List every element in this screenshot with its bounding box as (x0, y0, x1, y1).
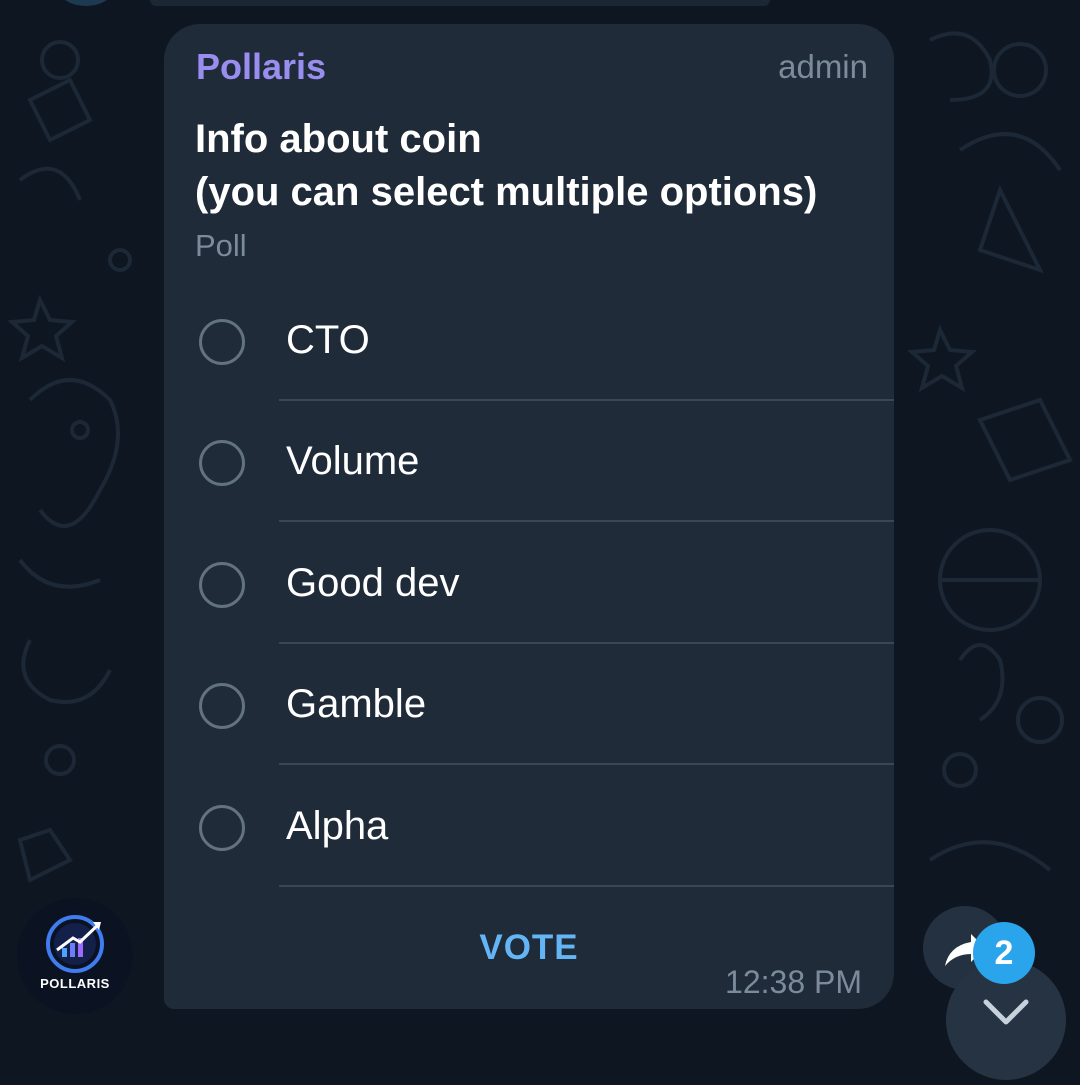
poll-option-label: Volume (286, 439, 420, 483)
poll-question-line2: (you can select multiple options) (195, 170, 818, 214)
avatar[interactable]: POLLARIS (17, 898, 133, 1014)
poll-option-label: Alpha (286, 804, 389, 848)
poll-option[interactable]: Good dev (164, 523, 894, 644)
pollaris-logo-icon (46, 915, 104, 973)
option-divider (279, 885, 894, 887)
sender-name[interactable]: Pollaris (196, 46, 326, 88)
poll-option-label: Gamble (286, 682, 427, 726)
poll-option-label: Good dev (286, 561, 460, 605)
avatar-label: POLLARIS (40, 976, 110, 991)
poll-type-label: Poll (195, 228, 247, 263)
option-divider (279, 763, 894, 765)
poll-option[interactable]: Volume (164, 401, 894, 522)
radio-unchecked-icon[interactable] (199, 440, 245, 486)
poll-option[interactable]: Gamble (164, 644, 894, 765)
radio-unchecked-icon[interactable] (199, 805, 245, 851)
radio-unchecked-icon[interactable] (199, 562, 245, 608)
unread-count-badge: 2 (973, 922, 1035, 984)
poll-option[interactable]: CTO (164, 280, 894, 401)
radio-unchecked-icon[interactable] (199, 319, 245, 365)
radio-unchecked-icon[interactable] (199, 683, 245, 729)
poll-message-bubble: Pollaris admin Info about coin (you can … (164, 24, 894, 1009)
poll-option-label: CTO (286, 318, 370, 362)
previous-message-edge (150, 0, 770, 6)
poll-question-line1: Info about coin (195, 117, 482, 161)
message-time: 12:38 PM (725, 964, 862, 1000)
poll-option[interactable]: Alpha (164, 766, 894, 887)
sender-role-badge: admin (778, 48, 868, 85)
vote-button[interactable]: VOTE (444, 928, 614, 974)
poll-question: Info about coin (you can select multiple… (195, 113, 817, 219)
option-divider (279, 520, 894, 522)
